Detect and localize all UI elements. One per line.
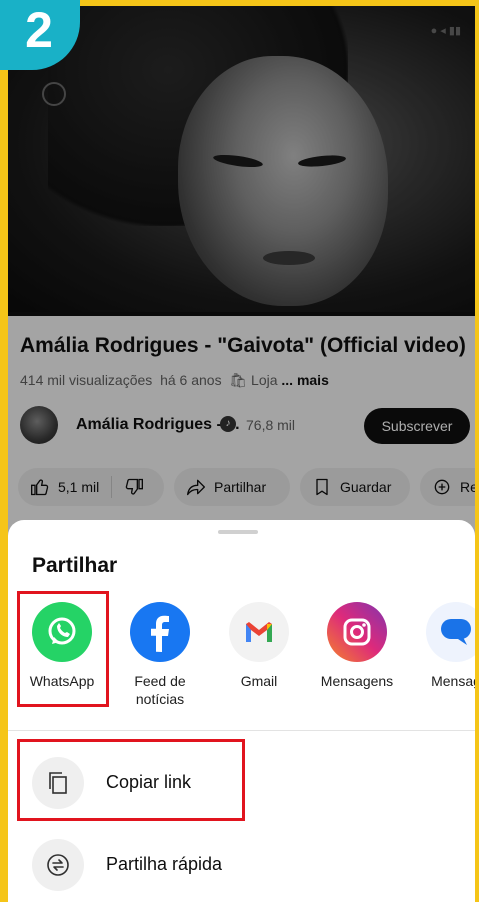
quick-share-row[interactable]: Partilha rápida <box>8 831 475 895</box>
remix-label: Rem <box>460 479 475 495</box>
channel-name[interactable]: Amália Rodrigues - ... <box>76 416 240 434</box>
video-watermark-icon <box>42 82 66 106</box>
sheet-divider <box>8 730 475 731</box>
more-link[interactable]: ... mais <box>281 372 328 388</box>
subscriber-count: 76,8 mil <box>246 417 296 433</box>
save-button[interactable]: Guardar <box>300 468 410 506</box>
channel-avatar[interactable] <box>20 406 58 444</box>
share-sheet-title: Partilhar <box>32 554 118 577</box>
save-label: Guardar <box>340 479 392 495</box>
like-dislike-chip: 5,1 mil <box>18 468 164 506</box>
remix-icon <box>434 479 450 495</box>
video-frame-lips <box>263 251 315 265</box>
gmail-icon <box>229 602 289 662</box>
upload-age: há 6 anos <box>160 372 222 388</box>
quick-share-label: Partilha rápida <box>106 854 223 874</box>
bookmark-icon <box>316 478 328 496</box>
sheet-drag-handle[interactable] <box>218 530 258 534</box>
thumb-down-icon[interactable] <box>124 477 144 497</box>
share-label: Partilhar <box>214 479 267 495</box>
whatsapp-icon <box>32 602 92 662</box>
share-icon <box>187 479 205 496</box>
share-app-label: Feed de notícias <box>134 673 186 707</box>
share-app-list: WhatsApp Feed de notícias Gmail Mensagen… <box>8 602 475 732</box>
chip-divider <box>111 476 113 498</box>
quick-share-icon <box>32 839 84 891</box>
copy-link-row[interactable]: Copiar link <box>8 749 475 813</box>
video-title[interactable]: Amália Rodrigues - "Gaivota" (Official v… <box>20 334 466 358</box>
share-app-label: Mensagens <box>320 673 394 689</box>
phone-screen: ● ◂ ▮▮ Amália Rodrigues - "Gaivota" (Off… <box>8 6 475 902</box>
share-app-messages[interactable]: Mensag <box>408 602 475 690</box>
share-sheet: Partilhar WhatsApp Feed de notícias Gmai… <box>8 520 475 902</box>
facebook-icon <box>130 602 190 662</box>
subscribe-button[interactable]: Subscrever <box>364 408 470 444</box>
share-app-whatsapp[interactable]: WhatsApp <box>14 602 110 690</box>
share-button[interactable]: Partilhar <box>174 468 290 506</box>
remix-button[interactable]: Rem <box>420 468 475 506</box>
share-app-label: Mensag <box>431 673 475 689</box>
messages-icon <box>426 602 475 662</box>
share-app-facebook[interactable]: Feed de notícias <box>112 602 208 708</box>
store-icon: 🛍 <box>229 372 248 388</box>
share-app-instagram[interactable]: Mensagens <box>309 602 405 690</box>
thumb-up-icon[interactable] <box>30 477 50 497</box>
channel-row: Amália Rodrigues - ... ♪ 76,8 mil Subscr… <box>20 404 475 448</box>
video-player[interactable]: ● ◂ ▮▮ <box>8 6 475 312</box>
store-label: Loja <box>251 372 278 388</box>
share-app-label: Gmail <box>240 673 278 689</box>
share-app-gmail[interactable]: Gmail <box>211 602 307 690</box>
verified-icon: ♪ <box>220 416 236 432</box>
copy-link-label: Copiar link <box>106 772 192 792</box>
like-count[interactable]: 5,1 mil <box>58 479 99 495</box>
video-frame-face <box>178 56 388 306</box>
view-count: 414 mil visualizações <box>20 372 153 388</box>
share-app-label: WhatsApp <box>29 673 95 689</box>
copy-icon <box>32 757 84 809</box>
video-meta[interactable]: 414 mil visualizações há 6 anos 🛍 Loja .… <box>20 372 329 389</box>
status-icons: ● ◂ ▮▮ <box>430 25 461 37</box>
action-bar: 5,1 mil Partilhar Guardar Rem <box>18 468 475 508</box>
instagram-icon <box>327 602 387 662</box>
